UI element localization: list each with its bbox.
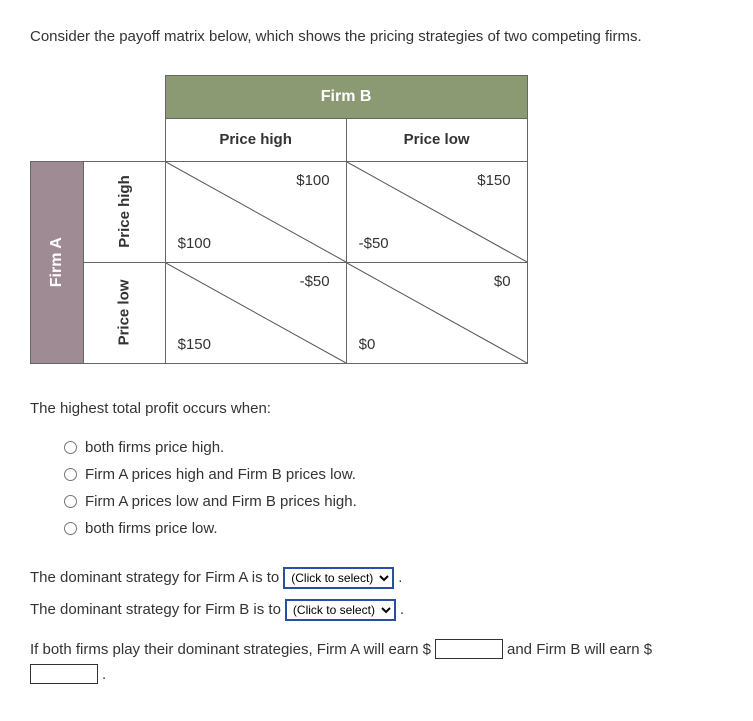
period-2: .: [400, 599, 404, 620]
col-header-price-low: Price low: [346, 119, 527, 162]
payoff-matrix: Firm B Price high Price low Firm A Price…: [30, 75, 528, 364]
earn-text-2: and Firm B will earn $: [507, 639, 652, 660]
row-header-price-low: Price low: [84, 262, 166, 363]
q1-option-2[interactable]: Firm A prices low and Firm B prices high…: [64, 491, 723, 512]
q1-option-2-label: Firm A prices low and Firm B prices high…: [85, 491, 357, 512]
earn-text-3: .: [102, 664, 106, 685]
question-prompt: Consider the payoff matrix below, which …: [30, 26, 723, 47]
q1-radio-1[interactable]: [64, 468, 77, 481]
dominant-b-select[interactable]: (Click to select): [285, 599, 396, 621]
corner-blank-1: [31, 76, 84, 119]
q1-options: both firms price high. Firm A prices hig…: [64, 437, 723, 539]
q1-option-3-label: both firms price low.: [85, 518, 218, 539]
earn-text-1: If both firms play their dominant strate…: [30, 639, 431, 660]
payoff-b-hh: $100: [296, 170, 329, 191]
q1-radio-0[interactable]: [64, 441, 77, 454]
payoff-b-ll: $0: [494, 271, 511, 292]
corner-blank-3: [31, 119, 84, 162]
payoff-a-hh: $100: [178, 233, 211, 254]
firm-b-label: Firm B: [165, 76, 527, 119]
q1-radio-2[interactable]: [64, 495, 77, 508]
corner-blank-2: [84, 76, 166, 119]
dominant-a-text: The dominant strategy for Firm A is to: [30, 567, 279, 588]
q1-option-0[interactable]: both firms price high.: [64, 437, 723, 458]
col-header-price-high: Price high: [165, 119, 346, 162]
q1-option-0-label: both firms price high.: [85, 437, 224, 458]
q1-stem: The highest total profit occurs when:: [30, 398, 723, 419]
dominant-a-select[interactable]: (Click to select): [283, 567, 394, 589]
payoff-b-lh: -$50: [300, 271, 330, 292]
payoff-a-hl: -$50: [359, 233, 389, 254]
q1-option-1[interactable]: Firm A prices high and Firm B prices low…: [64, 464, 723, 485]
cell-high-high: $100 $100: [165, 161, 346, 262]
payoff-a-lh: $150: [178, 334, 211, 355]
cell-high-low: $150 -$50: [346, 161, 527, 262]
cell-low-high: -$50 $150: [165, 262, 346, 363]
q1-radio-3[interactable]: [64, 522, 77, 535]
firm-b-earn-input[interactable]: [30, 664, 98, 684]
firm-a-label: Firm A: [31, 161, 84, 363]
payoff-a-ll: $0: [359, 334, 376, 355]
cell-low-low: $0 $0: [346, 262, 527, 363]
corner-blank-4: [84, 119, 166, 162]
firm-a-earn-input[interactable]: [435, 639, 503, 659]
dominant-b-text: The dominant strategy for Firm B is to: [30, 599, 281, 620]
payoff-b-hl: $150: [477, 170, 510, 191]
q1-option-3[interactable]: both firms price low.: [64, 518, 723, 539]
q1-option-1-label: Firm A prices high and Firm B prices low…: [85, 464, 356, 485]
row-header-price-high: Price high: [84, 161, 166, 262]
period-1: .: [398, 567, 402, 588]
